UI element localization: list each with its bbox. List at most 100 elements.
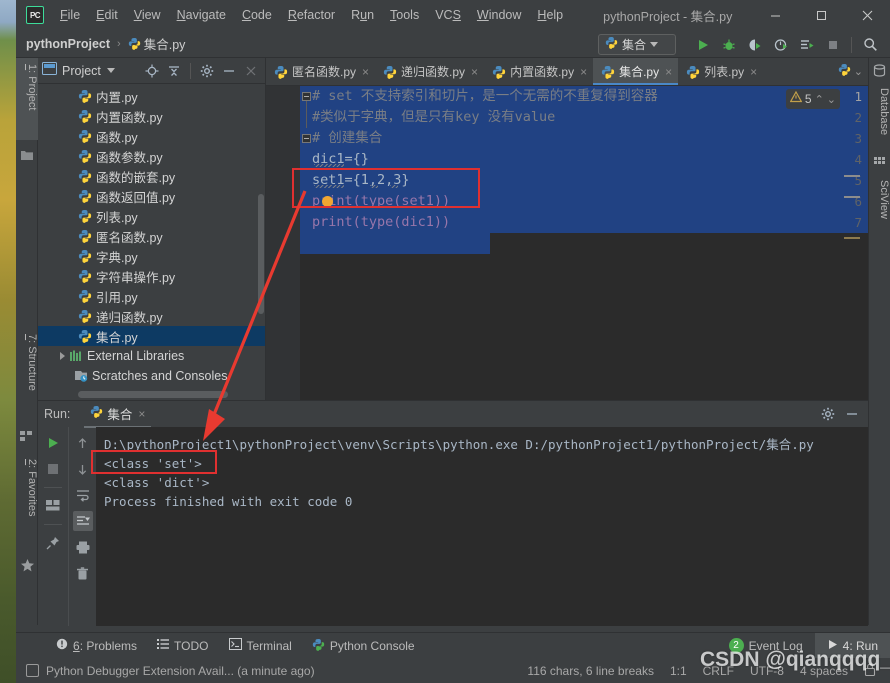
up-arrow-icon[interactable] xyxy=(73,433,93,453)
soft-wrap-icon[interactable] xyxy=(73,485,93,505)
pin-icon[interactable] xyxy=(43,533,63,553)
close-icon[interactable]: × xyxy=(665,65,672,79)
debug-icon[interactable] xyxy=(717,33,740,56)
run-icon[interactable] xyxy=(691,33,714,56)
menu-item-vcs[interactable]: VCS xyxy=(427,5,469,25)
search-icon[interactable] xyxy=(859,33,882,56)
chevron-up-icon[interactable]: ⌃ xyxy=(815,93,824,106)
menu-item-window[interactable]: Window xyxy=(469,5,529,25)
tree-item-file[interactable]: 函数返回值.py xyxy=(38,186,265,206)
star-icon[interactable] xyxy=(20,558,35,573)
close-icon[interactable]: × xyxy=(138,407,145,421)
code-fold-marker[interactable] xyxy=(302,92,311,101)
sciview-icon[interactable] xyxy=(873,156,887,170)
breadcrumb-project[interactable]: pythonProject xyxy=(26,37,110,51)
close-icon[interactable]: × xyxy=(750,65,757,79)
sidebar-item-todo[interactable]: TODO xyxy=(147,633,218,659)
tree-item-file[interactable]: 函数参数.py xyxy=(38,146,265,166)
close-icon[interactable] xyxy=(241,61,261,81)
database-icon[interactable] xyxy=(873,64,887,78)
editor-tab[interactable]: 匿名函数.py× xyxy=(266,58,375,85)
sidebar-item-problems[interactable]: 6: Problems xyxy=(46,633,147,659)
close-icon[interactable] xyxy=(844,0,890,30)
code-fold-marker[interactable] xyxy=(302,134,311,143)
locate-icon[interactable] xyxy=(142,61,162,81)
stop-icon[interactable] xyxy=(821,33,844,56)
breadcrumb-file[interactable]: 集合.py xyxy=(144,34,186,53)
close-icon[interactable]: × xyxy=(471,65,478,79)
chevron-down-icon[interactable]: ⌄ xyxy=(854,65,863,78)
collapse-all-icon[interactable] xyxy=(164,61,184,81)
close-icon[interactable]: × xyxy=(580,65,587,79)
menu-item-refactor[interactable]: Refactor xyxy=(280,5,343,25)
structure-icon[interactable] xyxy=(20,430,34,444)
status-notification[interactable]: Python Debugger Extension Avail... (a mi… xyxy=(46,664,315,678)
project-file-tree[interactable]: 内置.py内置函数.py函数.py函数参数.py函数的嵌套.py函数返回值.py… xyxy=(38,84,265,400)
tree-item-file[interactable]: 递归函数.py xyxy=(38,306,265,326)
menu-item-help[interactable]: Help xyxy=(529,5,571,25)
hide-panel-icon[interactable] xyxy=(219,61,239,81)
profile-icon[interactable] xyxy=(769,33,792,56)
sidebar-item-structure[interactable]: 7: Structure xyxy=(16,328,38,424)
gear-icon[interactable] xyxy=(818,404,838,424)
tree-item-file[interactable]: 字典.py xyxy=(38,246,265,266)
tree-item-file[interactable]: 函数的嵌套.py xyxy=(38,166,265,186)
editor-tab[interactable]: 内置函数.py× xyxy=(484,58,593,85)
menu-item-tools[interactable]: Tools xyxy=(382,5,427,25)
tree-vertical-scrollbar[interactable] xyxy=(258,194,264,314)
chevron-right-icon[interactable] xyxy=(60,352,65,360)
tree-item-file[interactable]: 集合.py xyxy=(38,326,265,346)
run-configuration-selector[interactable]: 集合 xyxy=(598,34,676,55)
close-icon[interactable]: × xyxy=(362,65,369,79)
editor-gutter[interactable] xyxy=(266,86,300,400)
menu-item-file[interactable]: File xyxy=(52,5,88,25)
folder-icon[interactable] xyxy=(20,148,34,162)
tree-item-file[interactable]: 字符串操作.py xyxy=(38,266,265,286)
minimize-icon[interactable] xyxy=(752,0,798,30)
trash-icon[interactable] xyxy=(73,563,93,583)
print-icon[interactable] xyxy=(73,537,93,557)
sidebar-item-terminal[interactable]: Terminal xyxy=(219,633,302,659)
tree-item-file[interactable]: 列表.py xyxy=(38,206,265,226)
editor-tabs-overflow[interactable]: ⌄ xyxy=(833,58,868,85)
sidebar-item-database[interactable]: Database xyxy=(868,82,890,148)
tree-horizontal-scrollbar[interactable] xyxy=(78,391,228,398)
tree-item-node[interactable]: External Libraries xyxy=(38,346,265,366)
tree-item-file[interactable]: 函数.py xyxy=(38,126,265,146)
tree-item-file[interactable]: 匿名函数.py xyxy=(38,226,265,246)
chevron-down-icon[interactable] xyxy=(107,68,115,73)
run-with-console-icon[interactable] xyxy=(795,33,818,56)
status-caret-position[interactable]: 1:1 xyxy=(670,664,687,678)
menu-item-view[interactable]: View xyxy=(126,5,169,25)
sidebar-item-python-console[interactable]: Python Console xyxy=(302,633,425,659)
intention-bulb-icon[interactable] xyxy=(322,196,333,207)
editor-code-area[interactable]: # set 不支持索引和切片，是一个无需的不重复得到容器 #类似于字典，但是只有… xyxy=(312,86,868,400)
maximize-icon[interactable] xyxy=(798,0,844,30)
tree-item-file[interactable]: 引用.py xyxy=(38,286,265,306)
hide-panel-icon[interactable] xyxy=(842,404,862,424)
sidebar-item-project[interactable]: 1: Project xyxy=(16,58,38,140)
editor-tab[interactable]: 列表.py× xyxy=(678,58,763,85)
scroll-to-end-icon[interactable] xyxy=(73,511,93,531)
tree-item-file[interactable]: 内置.py xyxy=(38,86,265,106)
editor-vertical-scrollbar[interactable] xyxy=(858,86,868,400)
run-window-tab[interactable]: 集合 × xyxy=(84,402,151,426)
tree-item-file[interactable]: 内置函数.py xyxy=(38,106,265,126)
editor-tab[interactable]: 集合.py× xyxy=(593,58,678,85)
code-editor[interactable]: 1 2 3 4 5 6 7 # set 不支持索引和切片，是一个无需的不重复得到… xyxy=(266,86,868,400)
inspection-warning-badge[interactable]: 5 ⌃ ⌄ xyxy=(786,89,840,109)
sidebar-item-sciview[interactable]: SciView xyxy=(868,174,890,236)
menu-item-run[interactable]: Run xyxy=(343,5,382,25)
down-arrow-icon[interactable] xyxy=(73,459,93,479)
sidebar-item-favorites[interactable]: 2: Favorites xyxy=(16,453,38,553)
editor-tab[interactable]: 递归函数.py× xyxy=(375,58,484,85)
run-coverage-icon[interactable] xyxy=(743,33,766,56)
chevron-down-icon[interactable]: ⌄ xyxy=(827,93,836,106)
stop-icon[interactable] xyxy=(43,459,63,479)
menu-item-navigate[interactable]: Navigate xyxy=(169,5,234,25)
tree-item-node[interactable]: Scratches and Consoles xyxy=(38,366,265,386)
gear-icon[interactable] xyxy=(197,61,217,81)
run-console-output[interactable]: D:\pythonProject1\pythonProject\venv\Scr… xyxy=(96,427,868,626)
rerun-icon[interactable] xyxy=(43,433,63,453)
menu-item-edit[interactable]: Edit xyxy=(88,5,126,25)
